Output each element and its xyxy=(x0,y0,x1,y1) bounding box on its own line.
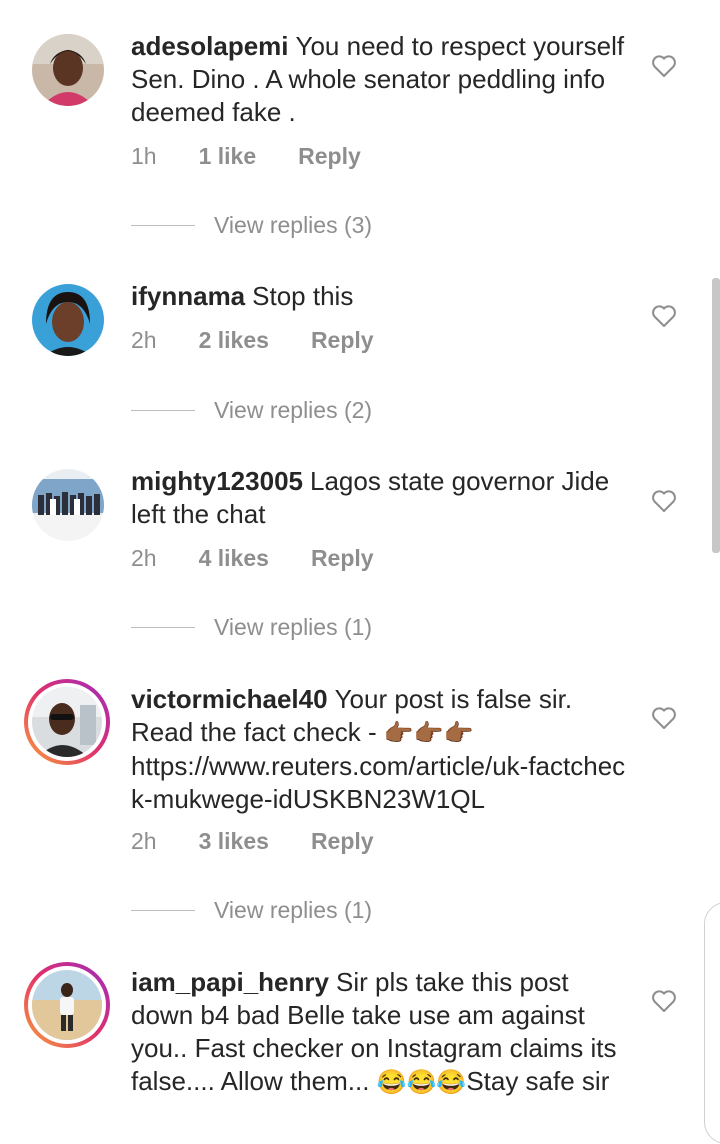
divider xyxy=(131,225,195,226)
avatar-image xyxy=(32,970,102,1040)
avatar-image xyxy=(32,284,104,356)
comment-text: ifynnama Stop this xyxy=(131,280,631,313)
edge-panel-handle[interactable] xyxy=(704,902,720,1144)
comment-body: Stop this xyxy=(252,281,354,311)
pointing-emoji: 👉🏾👉🏾👉🏾 xyxy=(383,720,474,747)
view-replies-button[interactable]: View replies (1) xyxy=(131,614,372,641)
avatar-image xyxy=(32,469,104,541)
avatar[interactable] xyxy=(32,34,104,106)
view-replies-label: View replies (1) xyxy=(214,897,373,923)
comment-meta: 2h 4 likes Reply xyxy=(131,545,416,572)
divider xyxy=(131,910,195,911)
fact-check-link[interactable]: https://www.reuters.com/article/uk-factc… xyxy=(131,751,625,814)
reply-button[interactable]: Reply xyxy=(311,545,374,572)
avatar xyxy=(32,970,102,1040)
avatar-image xyxy=(32,34,104,106)
comment-text: iam_papi_henry Sir pls take this post dow… xyxy=(131,966,631,1099)
view-replies-button[interactable]: View replies (3) xyxy=(131,212,372,239)
heart-icon[interactable] xyxy=(651,706,677,730)
comment-text: victormichael40 Your post is false sir. R… xyxy=(131,683,631,816)
view-replies-label: View replies (2) xyxy=(214,397,373,423)
username-link[interactable]: adesolapemi xyxy=(131,31,289,61)
avatar-story-ring[interactable] xyxy=(24,962,110,1048)
heart-icon[interactable] xyxy=(651,989,677,1013)
view-replies-button[interactable]: View replies (2) xyxy=(131,397,372,424)
comment-text: mighty123005 Lagos state governor Jide le… xyxy=(131,465,631,531)
divider xyxy=(131,410,195,411)
likes-count[interactable]: 4 likes xyxy=(199,545,269,572)
reply-button[interactable]: Reply xyxy=(298,143,361,170)
avatar-story-ring[interactable] xyxy=(24,679,110,765)
avatar-image xyxy=(32,687,102,757)
likes-count[interactable]: 1 like xyxy=(199,143,257,170)
username-link[interactable]: iam_papi_henry xyxy=(131,967,329,997)
heart-icon[interactable] xyxy=(651,489,677,513)
view-replies-button[interactable]: View replies (1) xyxy=(131,897,372,924)
comment-body-end: Stay safe sir xyxy=(466,1066,610,1096)
laughing-emoji: 😂😂😂 xyxy=(376,1069,467,1096)
view-replies-label: View replies (1) xyxy=(214,614,373,640)
comment-time: 1h xyxy=(131,143,157,169)
reply-button[interactable]: Reply xyxy=(311,327,374,354)
comment-time: 2h xyxy=(131,327,157,353)
username-link[interactable]: mighty123005 xyxy=(131,466,303,496)
divider xyxy=(131,627,195,628)
comment-meta: 1h 1 like Reply xyxy=(131,143,403,170)
likes-count[interactable]: 3 likes xyxy=(199,828,269,855)
likes-count[interactable]: 2 likes xyxy=(199,327,269,354)
heart-icon[interactable] xyxy=(651,54,677,78)
comment-time: 2h xyxy=(131,828,157,854)
heart-icon[interactable] xyxy=(651,304,677,328)
comment-meta: 2h 2 likes Reply xyxy=(131,327,416,354)
avatar[interactable] xyxy=(32,284,104,356)
username-link[interactable]: ifynnama xyxy=(131,281,245,311)
scrollbar[interactable] xyxy=(712,278,720,553)
reply-button[interactable]: Reply xyxy=(311,828,374,855)
username-link[interactable]: victormichael40 xyxy=(131,684,328,714)
avatar[interactable] xyxy=(32,469,104,541)
avatar xyxy=(32,687,102,757)
comment-time: 2h xyxy=(131,545,157,571)
comment-meta: 2h 3 likes Reply xyxy=(131,828,416,855)
view-replies-label: View replies (3) xyxy=(214,212,373,238)
comment-text: adesolapemi You need to respect yourself … xyxy=(131,30,631,129)
